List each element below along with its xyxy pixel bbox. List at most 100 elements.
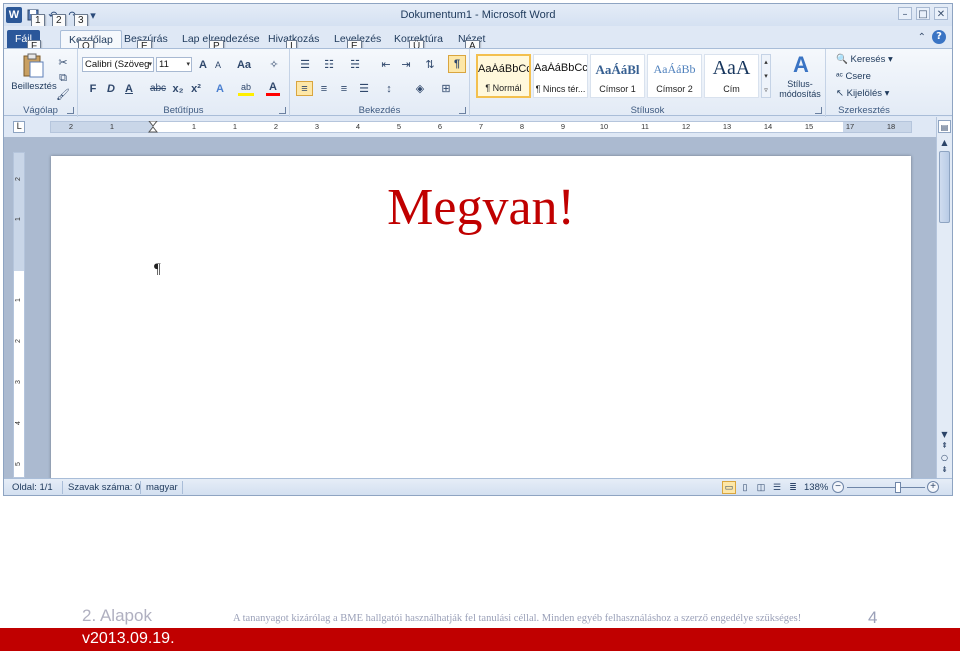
font-color-button[interactable]: A bbox=[266, 81, 280, 96]
web-layout-icon[interactable]: ◫ bbox=[754, 481, 768, 494]
style-name: ¶ Normál bbox=[485, 83, 522, 93]
ruler-tick: 1 bbox=[109, 122, 115, 131]
bullets-icon[interactable]: ☰ bbox=[296, 57, 314, 72]
zoom-out-icon[interactable]: − bbox=[832, 481, 844, 493]
group-editing: 🔍 Keresés ▾ ᵃᶜ Csere ↖ Kijelölés ▾ Szerk… bbox=[826, 49, 902, 117]
change-styles-icon[interactable]: A bbox=[786, 52, 816, 77]
select-button[interactable]: ↖ Kijelölés ▾ bbox=[836, 88, 889, 99]
style-sample: AaÁáBl bbox=[595, 62, 640, 77]
close-button[interactable]: ✕ bbox=[934, 7, 948, 20]
select-icon: ↖ bbox=[836, 88, 844, 99]
scroll-up-icon[interactable]: ▲ bbox=[938, 136, 951, 149]
paste-button[interactable]: Beillesztés bbox=[8, 81, 60, 92]
ruler-tick: 3 bbox=[314, 122, 320, 131]
horizontal-ruler[interactable]: 2 1 1 1 2 3 4 5 6 7 8 9 10 11 12 13 14 1… bbox=[50, 121, 912, 133]
style-name: Címsor 1 bbox=[599, 84, 636, 94]
vertical-scrollbar[interactable]: ▤ ▲ ▼ ⇞ ○ ⇟ bbox=[936, 117, 952, 478]
zoom-slider[interactable] bbox=[847, 487, 925, 488]
style-title[interactable]: AaA Cím bbox=[704, 54, 759, 98]
style-normal[interactable]: AaÁáBbCc ¶ Normál bbox=[476, 54, 531, 98]
paragraph-launcher-icon[interactable] bbox=[459, 107, 466, 114]
styles-launcher-icon[interactable] bbox=[815, 107, 822, 114]
group-label-styles: Stílusok bbox=[630, 105, 665, 116]
align-center-icon[interactable]: ≡ bbox=[316, 81, 332, 96]
help-icon[interactable]: ? bbox=[932, 30, 946, 44]
ruler-tick: 5 bbox=[15, 462, 22, 466]
grow-font-icon[interactable]: A bbox=[196, 57, 210, 72]
line-spacing-icon[interactable]: ↕ bbox=[380, 81, 398, 96]
ruler-left-margin bbox=[51, 122, 153, 132]
align-right-icon[interactable]: ≡ bbox=[336, 81, 352, 96]
window-controls: – □ ✕ bbox=[898, 7, 948, 20]
font-name-combo[interactable]: Calibri (Szöveg ▾ bbox=[82, 57, 154, 72]
ruler-tick: 1 bbox=[15, 298, 22, 302]
multilevel-list-icon[interactable]: ☵ bbox=[346, 57, 364, 72]
style-sample: AaÁáBbCc bbox=[534, 62, 587, 74]
style-heading-2[interactable]: AaÁáBb Címsor 2 bbox=[647, 54, 702, 98]
status-words[interactable]: Szavak száma: 0 bbox=[68, 482, 140, 493]
zoom-level[interactable]: 138% bbox=[804, 482, 828, 493]
ruler-tick: 8 bbox=[519, 122, 525, 131]
status-language[interactable]: magyar bbox=[146, 482, 178, 493]
scroll-thumb[interactable] bbox=[939, 151, 950, 223]
ruler-tick: 11 bbox=[641, 122, 649, 131]
ruler-tick: 14 bbox=[763, 122, 773, 131]
ruler-tick: 3 bbox=[15, 380, 22, 384]
print-layout-icon[interactable]: ▭ bbox=[722, 481, 736, 494]
italic-button[interactable]: D bbox=[104, 81, 118, 96]
align-left-icon[interactable]: ≡ bbox=[296, 81, 313, 96]
sort-icon[interactable]: ⇅ bbox=[422, 57, 438, 72]
maximize-button[interactable]: □ bbox=[916, 7, 930, 20]
style-heading-1[interactable]: AaÁáBl Címsor 1 bbox=[590, 54, 645, 98]
ruler-toggle-icon[interactable]: ▤ bbox=[938, 120, 951, 133]
underline-button[interactable]: A bbox=[122, 81, 136, 96]
outline-icon[interactable]: ☰ bbox=[770, 481, 784, 494]
bold-button[interactable]: F bbox=[86, 81, 100, 96]
group-label-font: Betűtípus bbox=[163, 105, 204, 116]
status-page[interactable]: Oldal: 1/1 bbox=[12, 482, 53, 493]
numbering-icon[interactable]: ☷ bbox=[320, 57, 338, 72]
superscript-button[interactable]: x² bbox=[188, 81, 204, 96]
font-size-combo[interactable]: 11 ▾ bbox=[156, 57, 192, 72]
draft-icon[interactable]: ≣ bbox=[786, 481, 800, 494]
borders-icon[interactable]: ⊞ bbox=[438, 81, 454, 96]
styles-scroll[interactable]: ▴ ▾ ▿ bbox=[761, 54, 771, 98]
indent-marker-icon[interactable] bbox=[148, 121, 158, 133]
style-name: Cím bbox=[723, 84, 740, 94]
copy-icon[interactable]: ⧉ bbox=[56, 71, 70, 85]
text-effects-icon[interactable]: A bbox=[212, 81, 228, 96]
group-paragraph: ☰ ☷ ☵ ⇤ ⇥ ⇅ ¶ ≡ ≡ ≡ ☰ ↕ ◈ ⊞ Bekezdés bbox=[290, 49, 470, 117]
vertical-ruler[interactable]: 2 1 1 2 3 4 5 bbox=[13, 152, 25, 478]
decrease-indent-icon[interactable]: ⇤ bbox=[378, 57, 394, 72]
subscript-button[interactable]: x₂ bbox=[170, 81, 186, 96]
next-page-icon[interactable]: ⇟ bbox=[938, 463, 951, 476]
font-launcher-icon[interactable] bbox=[279, 107, 286, 114]
zoom-slider-thumb[interactable] bbox=[895, 482, 902, 493]
minimize-button[interactable]: – bbox=[898, 7, 912, 20]
full-screen-reading-icon[interactable]: ▯ bbox=[738, 481, 752, 494]
paste-icon[interactable] bbox=[20, 53, 46, 79]
show-marks-icon[interactable]: ¶ bbox=[448, 55, 466, 73]
format-painter-icon[interactable]: 🖌 bbox=[56, 87, 70, 101]
strikethrough-button[interactable]: abc bbox=[148, 81, 168, 96]
find-button[interactable]: 🔍 Keresés ▾ bbox=[836, 54, 893, 65]
shrink-font-icon[interactable]: A bbox=[212, 58, 224, 72]
change-styles-button[interactable]: Stílus- módosítás bbox=[774, 79, 826, 99]
change-case-icon[interactable]: Aa bbox=[234, 57, 254, 72]
document-heading[interactable]: Megvan! bbox=[51, 178, 911, 238]
zoom-in-icon[interactable]: + bbox=[927, 481, 939, 493]
tab-selector[interactable]: L bbox=[13, 121, 25, 133]
clear-formatting-icon[interactable]: ✧ bbox=[266, 57, 282, 72]
clipboard-launcher-icon[interactable] bbox=[67, 107, 74, 114]
ruler-tick: 4 bbox=[355, 122, 361, 131]
style-no-spacing[interactable]: AaÁáBbCc ¶ Nincs tér... bbox=[533, 54, 588, 98]
document-page[interactable]: Megvan! ¶ bbox=[51, 156, 911, 478]
justify-icon[interactable]: ☰ bbox=[356, 81, 372, 96]
replace-button[interactable]: ᵃᶜ Csere bbox=[836, 71, 871, 82]
ruler-tick: 18 bbox=[886, 122, 896, 131]
cut-icon[interactable]: ✂ bbox=[56, 55, 70, 69]
minimize-ribbon-icon[interactable]: ⌃ bbox=[918, 32, 926, 43]
increase-indent-icon[interactable]: ⇥ bbox=[398, 57, 414, 72]
highlight-button[interactable]: ab bbox=[238, 81, 254, 96]
shading-icon[interactable]: ◈ bbox=[412, 81, 428, 96]
